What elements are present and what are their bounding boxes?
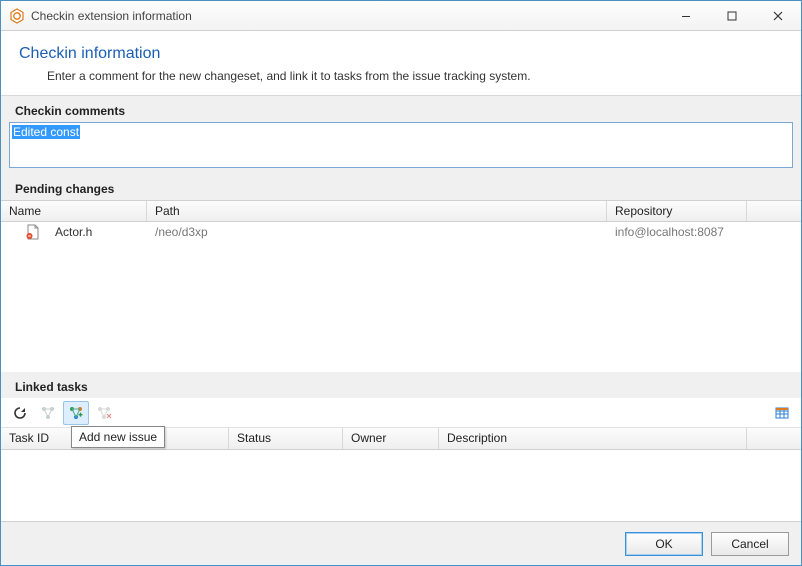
pending-col-repository[interactable]: Repository <box>607 201 747 221</box>
refresh-icon <box>12 405 28 421</box>
comment-input[interactable]: Edited const <box>9 122 793 168</box>
tooltip: Add new issue <box>71 426 165 448</box>
app-icon <box>9 8 25 24</box>
maximize-button[interactable] <box>709 1 755 30</box>
comment-wrap: Edited const <box>1 122 801 174</box>
page-subtitle: Enter a comment for the new changeset, a… <box>19 69 783 83</box>
ok-button[interactable]: OK <box>625 532 703 556</box>
unlink-task-icon <box>96 405 112 421</box>
tasks-col-spacer <box>747 428 801 449</box>
link-task-button[interactable] <box>35 401 61 425</box>
close-button[interactable] <box>755 1 801 30</box>
add-issue-button[interactable] <box>63 401 89 425</box>
file-modified-icon <box>25 224 41 240</box>
linked-tasks-section: Linked tasks <box>1 372 801 521</box>
cancel-button[interactable]: Cancel <box>711 532 789 556</box>
calendar-columns-button[interactable] <box>769 401 795 425</box>
window-title: Checkin extension information <box>31 9 192 23</box>
pending-cell-name: Actor.h <box>47 225 147 239</box>
pending-grid-body[interactable]: Actor.h /neo/d3xp info@localhost:8087 <box>1 222 801 372</box>
tasks-col-description[interactable]: Description <box>439 428 747 449</box>
refresh-button[interactable] <box>7 401 33 425</box>
linked-tasks-label: Linked tasks <box>1 372 801 398</box>
titlebar[interactable]: Checkin extension information <box>1 1 801 31</box>
header-area: Checkin information Enter a comment for … <box>1 31 801 96</box>
pending-cell-path: /neo/d3xp <box>147 225 607 239</box>
pending-section-label: Pending changes <box>1 174 801 200</box>
grid-icon <box>774 405 790 421</box>
unlink-task-button[interactable] <box>91 401 117 425</box>
page-title: Checkin information <box>19 45 783 63</box>
pending-grid-header: Name Path Repository <box>1 200 801 222</box>
minimize-button[interactable] <box>663 1 709 30</box>
tasks-toolbar: Add new issue <box>1 398 801 428</box>
pending-cell-repository: info@localhost:8087 <box>607 225 801 239</box>
add-issue-icon <box>68 405 84 421</box>
button-bar: OK Cancel <box>1 521 801 565</box>
window-root: Checkin extension information Checkin in… <box>0 0 802 566</box>
tasks-col-status[interactable]: Status <box>229 428 343 449</box>
table-row[interactable]: Actor.h /neo/d3xp info@localhost:8087 <box>1 222 801 242</box>
pending-col-spacer <box>747 201 801 221</box>
comment-selected-text: Edited const <box>12 125 80 139</box>
pending-col-name[interactable]: Name <box>1 201 147 221</box>
tasks-col-owner[interactable]: Owner <box>343 428 439 449</box>
tasks-grid-body[interactable] <box>1 450 801 521</box>
pending-col-path[interactable]: Path <box>147 201 607 221</box>
comments-section-label: Checkin comments <box>1 96 801 122</box>
link-task-icon <box>40 405 56 421</box>
